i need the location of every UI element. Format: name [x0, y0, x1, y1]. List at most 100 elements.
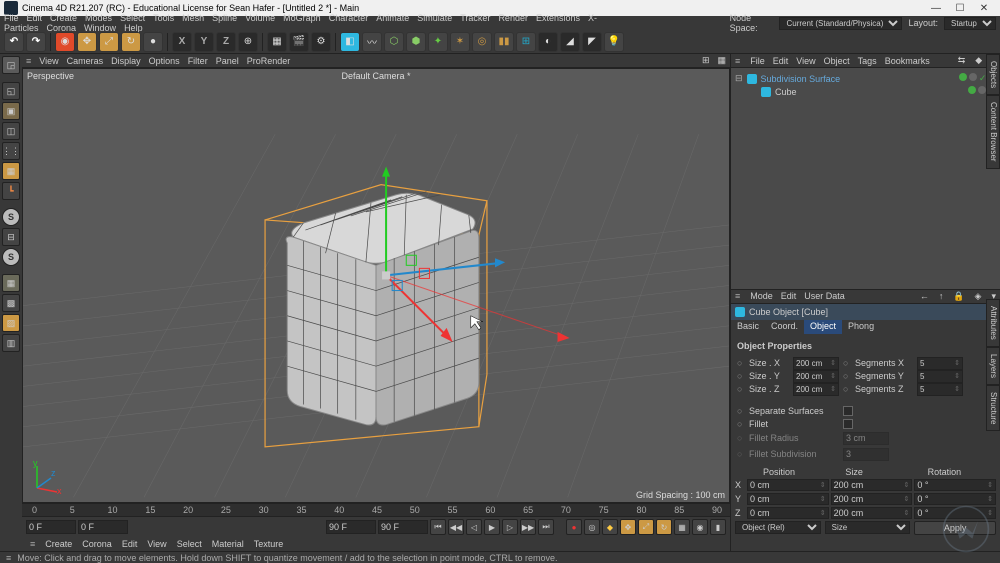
size-field[interactable]: 200 cm⇕: [793, 357, 839, 370]
hiermenu-bookmarks[interactable]: Bookmarks: [885, 56, 930, 66]
viewmenu-panel[interactable]: Panel: [216, 56, 239, 66]
menu-volume[interactable]: Volume: [245, 13, 275, 23]
matmenu-texture[interactable]: Texture: [254, 539, 284, 549]
key-settings[interactable]: ▮: [710, 519, 726, 535]
make-editable[interactable]: ◲: [2, 56, 20, 74]
menu-extensions[interactable]: Extensions: [536, 13, 580, 23]
size-z[interactable]: 200 cm⇕: [831, 507, 913, 519]
workplane-2[interactable]: ▩: [2, 294, 20, 312]
menu-character[interactable]: Character: [329, 13, 369, 23]
workplane-3[interactable]: ▨: [2, 314, 20, 332]
maximize-button[interactable]: ☐: [948, 3, 972, 14]
rot-y[interactable]: 0 °⇕: [914, 493, 996, 505]
undo-button[interactable]: ↶: [4, 32, 24, 52]
tree-item-subdivision-surface[interactable]: ⊟Subdivision Surface ✓✓: [735, 72, 996, 85]
axis-x-toggle[interactable]: X: [172, 32, 192, 52]
tab-basic[interactable]: Basic: [731, 320, 765, 334]
tab-object[interactable]: Object: [804, 320, 842, 334]
hier-icon1[interactable]: ⇆: [958, 55, 966, 66]
tab-phong[interactable]: Phong: [842, 320, 880, 334]
tool1[interactable]: ◐: [538, 32, 558, 52]
goto-end[interactable]: ⏭: [538, 519, 554, 535]
hiermenu-file[interactable]: File: [750, 56, 765, 66]
matmenu-view[interactable]: View: [147, 539, 166, 549]
light-button[interactable]: 💡: [604, 32, 624, 52]
attr-new[interactable]: ◈: [975, 291, 982, 302]
coord-size-select[interactable]: Size: [825, 521, 911, 534]
timeline-ruler[interactable]: 051015202530354045505560657075808590: [22, 503, 730, 517]
layout-select[interactable]: Startup: [944, 17, 996, 30]
key-pla[interactable]: ◉: [692, 519, 708, 535]
step-fwd[interactable]: ▶▶: [520, 519, 536, 535]
rot-x[interactable]: 0 °⇕: [914, 479, 996, 491]
start-frame[interactable]: 0 F: [26, 520, 76, 534]
record-button[interactable]: ●: [566, 519, 582, 535]
menu-mograph[interactable]: MoGraph: [283, 13, 321, 23]
menu-modes[interactable]: Modes: [85, 13, 112, 23]
menu-spline[interactable]: Spline: [212, 13, 237, 23]
segments-field[interactable]: 5⇕: [917, 357, 963, 370]
pos-x[interactable]: 0 cm⇕: [747, 479, 829, 491]
attrmenu-user-data[interactable]: User Data: [804, 291, 845, 301]
viewmenu-options[interactable]: Options: [149, 56, 180, 66]
key-scale[interactable]: ⤢: [638, 519, 654, 535]
tree-item-cube[interactable]: Cube ✓: [735, 85, 996, 98]
keyframe-button[interactable]: ◆: [602, 519, 618, 535]
pos-z[interactable]: 0 cm⇕: [747, 507, 829, 519]
segments-field[interactable]: 5⇕: [917, 370, 963, 383]
workplane-1[interactable]: ▦: [2, 274, 20, 292]
render-view[interactable]: ▦: [267, 32, 287, 52]
field-tool[interactable]: ✶: [450, 32, 470, 52]
separate-surfaces-checkbox[interactable]: [843, 406, 853, 416]
scene-tool[interactable]: ◎: [472, 32, 492, 52]
pos-y[interactable]: 0 cm⇕: [747, 493, 829, 505]
layers-tab[interactable]: Layers: [986, 347, 1000, 385]
size-y[interactable]: 200 cm⇕: [831, 493, 913, 505]
menu-select[interactable]: Select: [120, 13, 145, 23]
goto-start[interactable]: ⏮: [430, 519, 446, 535]
workplane-4[interactable]: ▥: [2, 334, 20, 352]
deformer-tool[interactable]: ✦: [428, 32, 448, 52]
axis-z-toggle[interactable]: Z: [216, 32, 236, 52]
hiermenu-edit[interactable]: Edit: [773, 56, 789, 66]
axis-y-toggle[interactable]: Y: [194, 32, 214, 52]
edge-mode[interactable]: ▦: [2, 162, 20, 180]
autokey-button[interactable]: ◎: [584, 519, 600, 535]
cube-primitive[interactable]: ◧: [340, 32, 360, 52]
attr-lock[interactable]: 🔒: [953, 291, 964, 302]
menu-animate[interactable]: Animate: [376, 13, 409, 23]
matmenu-material[interactable]: Material: [212, 539, 244, 549]
viewmenu-filter[interactable]: Filter: [188, 56, 208, 66]
polygon-mode[interactable]: ┗: [2, 182, 20, 200]
viewport-config-icon[interactable]: ▦: [717, 55, 726, 66]
menu-edit[interactable]: Edit: [27, 13, 43, 23]
last-tool[interactable]: ●: [143, 32, 163, 52]
attr-back[interactable]: ←: [920, 291, 929, 301]
attrmenu-edit[interactable]: Edit: [781, 291, 797, 301]
end-frame[interactable]: 90 F: [326, 520, 376, 534]
camera-tool[interactable]: ▮▮: [494, 32, 514, 52]
point-mode[interactable]: ⋮⋮: [2, 142, 20, 160]
tool3[interactable]: ◤: [582, 32, 602, 52]
spline-primitive[interactable]: 〰: [362, 32, 382, 52]
hiermenu-view[interactable]: View: [796, 56, 815, 66]
segments-field[interactable]: 5⇕: [917, 383, 963, 396]
close-button[interactable]: ✕: [972, 3, 996, 14]
matmenu-create[interactable]: Create: [45, 539, 72, 549]
snap-s1[interactable]: S: [2, 208, 20, 226]
matmenu-edit[interactable]: Edit: [122, 539, 138, 549]
move-tool[interactable]: ✥: [77, 32, 97, 52]
play[interactable]: ▶: [484, 519, 500, 535]
scale-tool[interactable]: ⤢: [99, 32, 119, 52]
content-browser-tab[interactable]: Content Browser: [986, 95, 1000, 169]
size-field[interactable]: 200 cm⇕: [793, 370, 839, 383]
menu-create[interactable]: Create: [50, 13, 77, 23]
minimize-button[interactable]: —: [924, 3, 948, 14]
render-settings[interactable]: ⚙: [311, 32, 331, 52]
viewmenu-cameras[interactable]: Cameras: [67, 56, 104, 66]
hiermenu-tags[interactable]: Tags: [858, 56, 877, 66]
workplane-mode[interactable]: ◫: [2, 122, 20, 140]
attrmenu-mode[interactable]: Mode: [750, 291, 773, 301]
key-param[interactable]: ▦: [674, 519, 690, 535]
tab-coord[interactable]: Coord.: [765, 320, 804, 334]
